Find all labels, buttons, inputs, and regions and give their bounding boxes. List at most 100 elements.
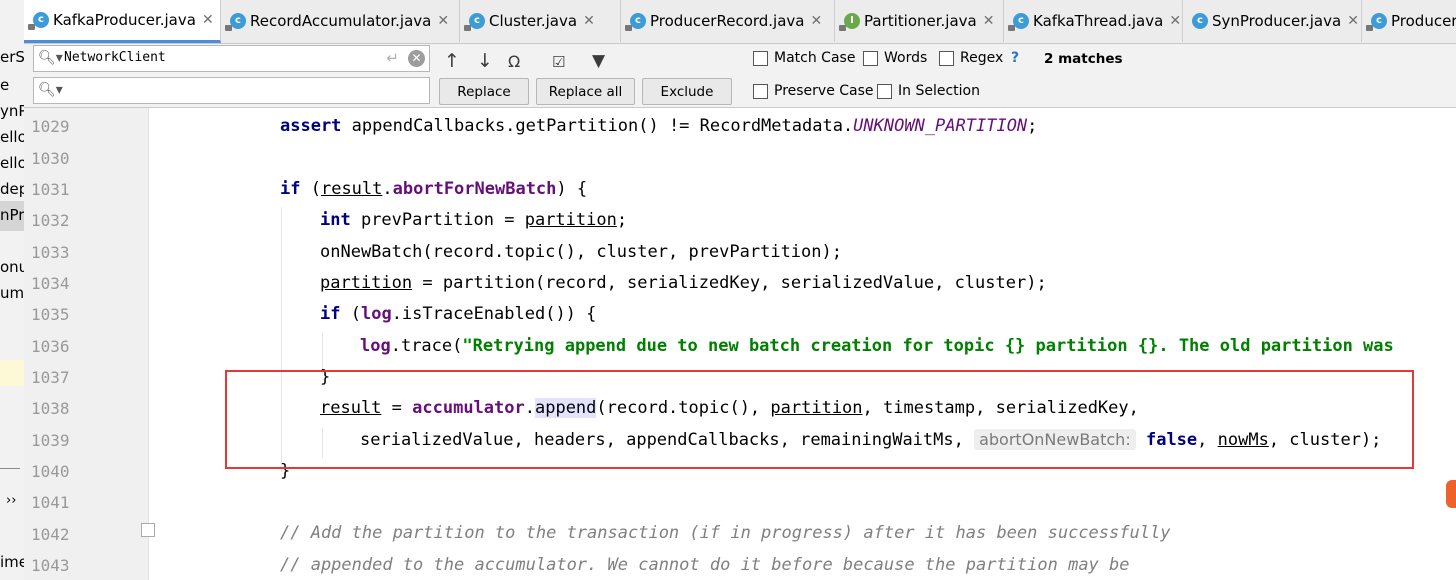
project-item[interactable]: ello (0, 154, 24, 172)
tab-synproducer[interactable]: c SynProducer.java ✕ (1183, 0, 1362, 42)
filter-icon[interactable]: ▼ (592, 51, 605, 71)
tab-label: ProducerC (1391, 12, 1456, 30)
line-number: 1030 (31, 149, 70, 168)
tab-label: RecordAccumulator.java (250, 12, 432, 30)
replace-all-button[interactable]: Replace all (536, 78, 635, 105)
tab-partitioner[interactable]: I Partitioner.java ✕ (835, 0, 1004, 42)
line-number: 1039 (31, 431, 70, 450)
line-number: 1033 (31, 243, 70, 262)
close-icon[interactable]: ✕ (811, 13, 823, 29)
replace-button[interactable]: Replace (439, 78, 529, 105)
checkbox[interactable] (863, 50, 878, 66)
tab-recordaccumulator[interactable]: c RecordAccumulator.java ✕ (221, 0, 460, 42)
tab-kafkaproducer[interactable]: c KafkaProducer.java ✕ (24, 0, 221, 43)
highlight-annotation-box (225, 370, 1414, 469)
editor-tab-bar: c KafkaProducer.java ✕ c RecordAccumulat… (24, 0, 1456, 44)
line-number: 1031 (31, 180, 70, 199)
line-number: 1035 (31, 305, 70, 324)
select-all-occurrences-icon[interactable]: ☑ (552, 53, 565, 71)
match-case-label: Match Case (774, 50, 856, 66)
code-line-1033: onNewBatch(record.topic(), cluster, prev… (320, 242, 842, 262)
class-icon: c (1192, 13, 1208, 29)
close-icon[interactable]: ✕ (1169, 13, 1181, 29)
preserve-case-checkbox[interactable]: Preserve Case (753, 83, 874, 99)
line-number: 1032 (31, 211, 70, 230)
code-line-1031: if (result.abortForNewBatch) { (280, 179, 588, 199)
project-item[interactable]: erS (0, 48, 24, 66)
class-icon: c (1366, 13, 1387, 31)
log-message-string: "Retrying append due to new batch creati… (462, 336, 1394, 356)
line-number: 1041 (31, 493, 70, 512)
side-badge-icon[interactable] (1446, 480, 1456, 508)
project-item[interactable]: ume (0, 284, 24, 302)
line-number: 1038 (31, 399, 70, 418)
line-number: 1043 (31, 556, 70, 575)
in-selection-label: In Selection (898, 83, 980, 99)
project-item[interactable]: e (0, 76, 9, 94)
exclude-button[interactable]: Exclude (642, 78, 732, 105)
highlighted-row (0, 360, 24, 386)
project-item[interactable]: ello (0, 128, 24, 146)
line-number: 1037 (31, 368, 70, 387)
checkbox[interactable] (939, 50, 954, 66)
words-checkbox[interactable]: Words (863, 50, 927, 66)
regex-label: Regex (960, 50, 1004, 66)
replace-input[interactable]: 🔍︎▾ (33, 77, 430, 104)
search-icon[interactable]: 🔍︎▾ (38, 82, 63, 98)
preserve-case-label: Preserve Case (774, 83, 874, 99)
line-number: 1040 (31, 462, 70, 481)
tab-cluster[interactable]: c Cluster.java ✕ (460, 0, 621, 42)
close-icon[interactable]: ✕ (1347, 13, 1359, 29)
close-icon[interactable]: ✕ (202, 12, 214, 28)
search-value[interactable]: NetworkClient (64, 50, 166, 65)
project-item[interactable]: dep (0, 180, 24, 198)
code-line-1032: int prevPartition = partition; (320, 210, 628, 230)
tab-label: Cluster.java (489, 12, 578, 30)
newline-icon[interactable]: ↵ (386, 49, 399, 67)
project-item[interactable]: ime (0, 553, 24, 571)
divider (0, 468, 20, 469)
close-icon[interactable]: ✕ (437, 13, 449, 29)
close-icon[interactable]: ✕ (583, 13, 595, 29)
checkbox[interactable] (753, 50, 768, 66)
close-icon[interactable]: ✕ (983, 13, 995, 29)
regex-checkbox[interactable]: Regex (939, 50, 1003, 66)
tab-label: KafkaProducer.java (53, 11, 196, 29)
checkbox[interactable] (753, 83, 768, 99)
expand-icon[interactable]: ›› (6, 493, 16, 508)
in-selection-checkbox[interactable]: In Selection (877, 83, 980, 99)
find-all-icon[interactable]: Ω (508, 52, 520, 71)
tab-producerc[interactable]: c ProducerC (1362, 0, 1456, 42)
fold-marker-icon[interactable] (141, 523, 155, 537)
search-icon[interactable]: 🔍︎▾ (38, 50, 63, 66)
tab-label: Partitioner.java (864, 12, 977, 30)
code-line-1029: assert appendCallbacks.getPartition() !=… (280, 116, 1038, 136)
tab-label: KafkaThread.java (1033, 12, 1164, 30)
words-label: Words (884, 50, 928, 66)
code-comment-1043: // appended to the accumulator. We canno… (280, 555, 1130, 575)
project-item[interactable]: onus (0, 258, 24, 276)
class-icon: c (464, 13, 485, 31)
class-icon: c (1008, 13, 1029, 31)
tab-producerrecord[interactable]: c ProducerRecord.java ✕ (621, 0, 835, 42)
find-replace-panel: 🔍︎▾ NetworkClient ↵ ✕ 🔍︎▾ ↑ ↓ Ω ☑ ▼ Repl… (24, 44, 1456, 108)
project-item[interactable]: nPr (0, 206, 24, 224)
project-panel-strip: erS e ynP ello ello dep nPr onus ume ›› … (0, 0, 25, 580)
code-line-1034: partition = partition(record, serialized… (320, 273, 1047, 293)
interface-icon: I (839, 13, 860, 31)
checkbox[interactable] (877, 83, 892, 99)
code-line-1035: if (log.isTraceEnabled()) { (320, 304, 597, 324)
clear-icon[interactable]: ✕ (408, 50, 425, 67)
line-number: 1029 (31, 117, 70, 136)
code-comment-1042: // Add the partition to the transaction … (280, 523, 1171, 543)
search-input[interactable]: 🔍︎▾ NetworkClient ↵ ✕ (33, 45, 430, 72)
tab-label: ProducerRecord.java (650, 12, 805, 30)
project-item[interactable]: ynP (0, 102, 24, 120)
class-icon: c (225, 13, 246, 31)
tab-kafkathread[interactable]: c KafkaThread.java ✕ (1004, 0, 1183, 42)
arrow-down-icon[interactable]: ↓ (477, 50, 493, 72)
class-icon: c (625, 13, 646, 31)
match-case-checkbox[interactable]: Match Case (753, 50, 855, 66)
arrow-up-icon[interactable]: ↑ (444, 50, 460, 72)
regex-help-link[interactable]: ? (1011, 50, 1019, 66)
